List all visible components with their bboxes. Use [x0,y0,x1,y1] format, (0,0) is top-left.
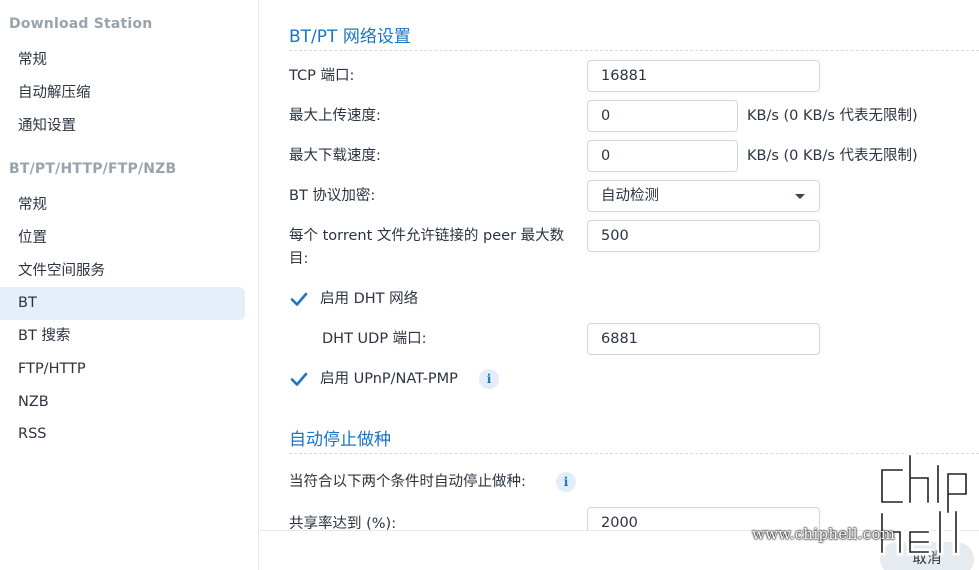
sidebar-section-download-station: Download Station [9,16,153,32]
sidebar-item-rss[interactable]: RSS [0,418,245,451]
max-download-label: 最大下载速度: [289,148,381,164]
tcp-port-label: TCP 端口: [289,68,355,84]
max-upload-input[interactable]: 0 [587,100,738,132]
dht-checkbox-label[interactable]: 启用 DHT 网络 [320,288,418,310]
max-peer-label-line2: 目: [289,251,309,267]
max-peer-label-line1: 每个 torrent 文件允许链接的 peer 最大数 [289,228,565,244]
sidebar-item-file-space[interactable]: 文件空间服务 [0,255,245,288]
section-divider-2 [289,453,979,454]
sidebar-item-notification[interactable]: 通知设置 [0,110,245,143]
sidebar-section-protocols: BT/PT/HTTP/FTP/NZB [9,161,177,177]
max-peer-input[interactable]: 500 [587,220,820,252]
autostop-condition-label: 当符合以下两个条件时自动停止做种: [289,474,526,490]
bt-encryption-select[interactable]: 自动检测 [587,180,820,212]
chevron-down-icon [795,194,805,199]
sidebar-item-bt-search[interactable]: BT 搜索 [0,320,245,353]
sidebar: Download Station 常规 自动解压缩 通知设置 BT/PT/HTT… [0,0,259,570]
bt-encryption-value: 自动检测 [601,188,659,204]
max-download-input[interactable]: 0 [587,140,738,172]
section-title-network: BT/PT 网络设置 [289,27,411,47]
dht-udp-port-label: DHT UDP 端口: [322,331,427,347]
sidebar-item-general-2[interactable]: 常规 [0,189,245,222]
upnp-checkbox-label[interactable]: 启用 UPnP/NAT-PMP [320,368,458,390]
sidebar-item-bt[interactable]: BT [0,287,245,320]
sidebar-item-ftp-http[interactable]: FTP/HTTP [0,353,245,386]
main-panel: BT/PT 网络设置 TCP 端口: 16881 最大上传速度: 0 KB/s … [260,0,979,570]
info-icon[interactable]: i [479,369,499,389]
sidebar-item-general[interactable]: 常规 [0,44,245,77]
watermark-text: www.chiphell.com [752,525,896,543]
sidebar-item-nzb[interactable]: NZB [0,386,245,419]
tcp-port-input[interactable]: 16881 [587,60,820,92]
section-title-autostop: 自动停止做种 [289,430,391,450]
section-divider [289,50,979,51]
dht-checkbox-check-icon[interactable] [289,289,309,309]
sidebar-item-location[interactable]: 位置 [0,222,245,255]
dht-udp-port-input[interactable]: 6881 [587,323,820,355]
cancel-button[interactable]: 取消 [880,542,974,570]
max-upload-suffix: KB/s (0 KB/s 代表无限制) [747,108,918,124]
max-upload-label: 最大上传速度: [289,108,381,124]
sidebar-item-auto-extract[interactable]: 自动解压缩 [0,77,245,110]
info-icon[interactable]: i [556,472,576,492]
upnp-checkbox-check-icon[interactable] [289,369,309,389]
max-download-suffix: KB/s (0 KB/s 代表无限制) [747,148,918,164]
bt-encryption-label: BT 协议加密: [289,188,376,204]
